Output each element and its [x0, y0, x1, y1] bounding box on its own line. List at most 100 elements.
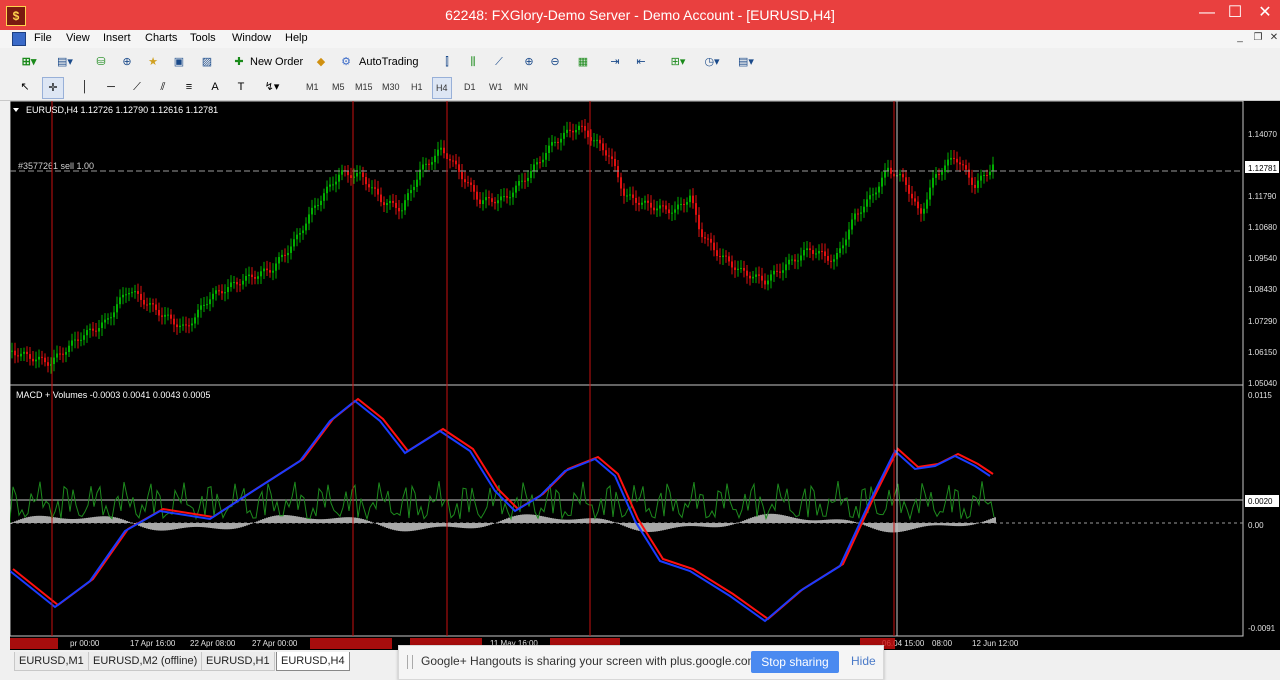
macd-histogram — [676, 523, 678, 528]
candle — [731, 261, 733, 268]
line-chart-icon[interactable]: ⟋ — [490, 52, 508, 72]
zoom-out-icon[interactable]: ⊖ — [546, 52, 564, 72]
periods-icon[interactable]: ◷▾ — [698, 52, 726, 72]
tab-eurusd-m2-offline[interactable]: EURUSD,M2 (offline) — [88, 652, 203, 671]
text-tool-icon[interactable]: A — [206, 77, 224, 97]
candle — [653, 207, 655, 211]
macd-histogram — [108, 516, 110, 523]
vertical-line-icon[interactable]: │ — [76, 77, 94, 97]
candle — [158, 309, 160, 316]
macd-histogram — [456, 523, 458, 528]
macd-histogram — [12, 522, 14, 523]
timeframe-h4[interactable]: H4 — [432, 77, 452, 99]
macd-histogram — [900, 523, 902, 532]
strategy-tester-icon[interactable]: ▨ — [198, 52, 216, 72]
mdi-close-button[interactable]: ✕ — [1266, 32, 1280, 46]
navigator-icon[interactable]: ★ — [144, 52, 162, 72]
tab-eurusd-m1[interactable]: EURUSD,M1 — [14, 652, 89, 671]
macd-histogram — [26, 517, 28, 523]
macd-histogram — [474, 523, 476, 529]
close-window-button[interactable]: ✕ — [1250, 0, 1280, 26]
macd-histogram — [278, 515, 280, 523]
text-label-icon[interactable]: T — [232, 77, 250, 97]
macd-histogram — [296, 516, 298, 523]
timeframe-h1[interactable]: H1 — [411, 82, 423, 92]
candle — [53, 357, 55, 365]
chart-shift-icon[interactable]: ⇤ — [632, 52, 650, 72]
candle — [371, 187, 373, 189]
timeframe-m30[interactable]: M30 — [382, 82, 400, 92]
macd-histogram — [812, 520, 814, 523]
stop-sharing-button[interactable]: Stop sharing — [751, 651, 839, 673]
hide-link[interactable]: Hide — [851, 654, 876, 668]
channel-icon[interactable]: ⫽ — [154, 77, 172, 97]
menu-insert[interactable]: Insert — [103, 32, 131, 44]
candle — [338, 174, 340, 182]
macd-histogram — [206, 523, 208, 528]
autoscroll-icon[interactable]: ⇥ — [606, 52, 624, 72]
tab-eurusd-h1[interactable]: EURUSD,H1 — [201, 652, 275, 671]
autotrading-button[interactable]: AutoTrading — [359, 52, 419, 72]
menu-help[interactable]: Help — [285, 32, 308, 44]
macd-histogram — [328, 518, 330, 523]
profiles-icon[interactable]: ▤▾ — [50, 52, 80, 72]
macd-histogram — [876, 523, 878, 530]
arrows-icon[interactable]: ↯▾ — [258, 77, 286, 97]
candle — [251, 274, 253, 278]
mdi-restore-button[interactable]: ❐ — [1250, 32, 1266, 46]
drag-handle-icon[interactable] — [407, 655, 413, 669]
mdi-minimize-button[interactable]: _ — [1232, 32, 1248, 46]
templates-icon[interactable]: ▤▾ — [732, 52, 760, 72]
macd-histogram — [878, 523, 880, 531]
menu-view[interactable]: View — [66, 32, 90, 44]
candle — [281, 254, 283, 258]
macd-histogram — [874, 523, 876, 530]
candle — [677, 204, 679, 210]
menu-tools[interactable]: Tools — [190, 32, 216, 44]
menu-file[interactable]: File — [34, 32, 52, 44]
macd-histogram — [472, 523, 474, 529]
menu-charts[interactable]: Charts — [145, 32, 177, 44]
candle — [506, 196, 508, 198]
timeframe-m15[interactable]: M15 — [355, 82, 373, 92]
fibonacci-icon[interactable]: ≡ — [180, 77, 198, 97]
trendline-icon[interactable]: ⟋ — [128, 77, 146, 97]
chart-border — [10, 101, 1244, 637]
timeframe-d1[interactable]: D1 — [464, 82, 476, 92]
tab-eurusd-h4[interactable]: EURUSD,H4 — [276, 652, 350, 671]
macd-histogram — [584, 518, 586, 523]
menu-window[interactable]: Window — [232, 32, 271, 44]
candle — [95, 330, 97, 332]
data-window-icon[interactable]: ⊕ — [118, 52, 136, 72]
candle — [467, 182, 469, 184]
macd-histogram — [866, 523, 868, 527]
market-watch-icon[interactable]: ⛁ — [92, 52, 110, 72]
new-order-button[interactable]: New Order — [250, 52, 303, 72]
tile-windows-icon[interactable]: ▦ — [574, 52, 592, 72]
price-chart[interactable]: #3577261 sell 1.00 EURUSD,H4 1.12726 1.12… — [10, 101, 1280, 650]
macd-histogram — [372, 522, 374, 523]
candlestick-icon[interactable]: ⫼ — [464, 52, 482, 72]
timeframe-w1[interactable]: W1 — [489, 82, 503, 92]
timeframe-m5[interactable]: M5 — [332, 82, 345, 92]
timeframe-m1[interactable]: M1 — [306, 82, 319, 92]
macd-histogram — [792, 517, 794, 523]
metaeditor-icon[interactable]: ◆ — [312, 52, 330, 72]
macd-histogram — [140, 523, 142, 527]
timeframe-mn[interactable]: MN — [514, 82, 528, 92]
macd-histogram — [314, 519, 316, 523]
cursor-icon[interactable]: ↖ — [16, 77, 34, 97]
new-chart-icon[interactable]: ⊞▾ — [14, 52, 44, 72]
terminal-icon[interactable]: ▣ — [170, 52, 188, 72]
bar-chart-icon[interactable]: ⫿ — [438, 52, 456, 72]
minimize-button[interactable]: — — [1192, 0, 1222, 26]
zoom-in-icon[interactable]: ⊕ — [520, 52, 538, 72]
crosshair-icon[interactable]: ✛ — [42, 77, 64, 99]
macd-histogram — [684, 523, 686, 527]
macd-histogram — [666, 523, 668, 530]
candle — [548, 145, 550, 154]
maximize-button[interactable]: ☐ — [1220, 0, 1250, 26]
indicators-icon[interactable]: ⊞▾ — [664, 52, 692, 72]
candle — [707, 238, 709, 240]
horizontal-line-icon[interactable]: ─ — [102, 77, 120, 97]
